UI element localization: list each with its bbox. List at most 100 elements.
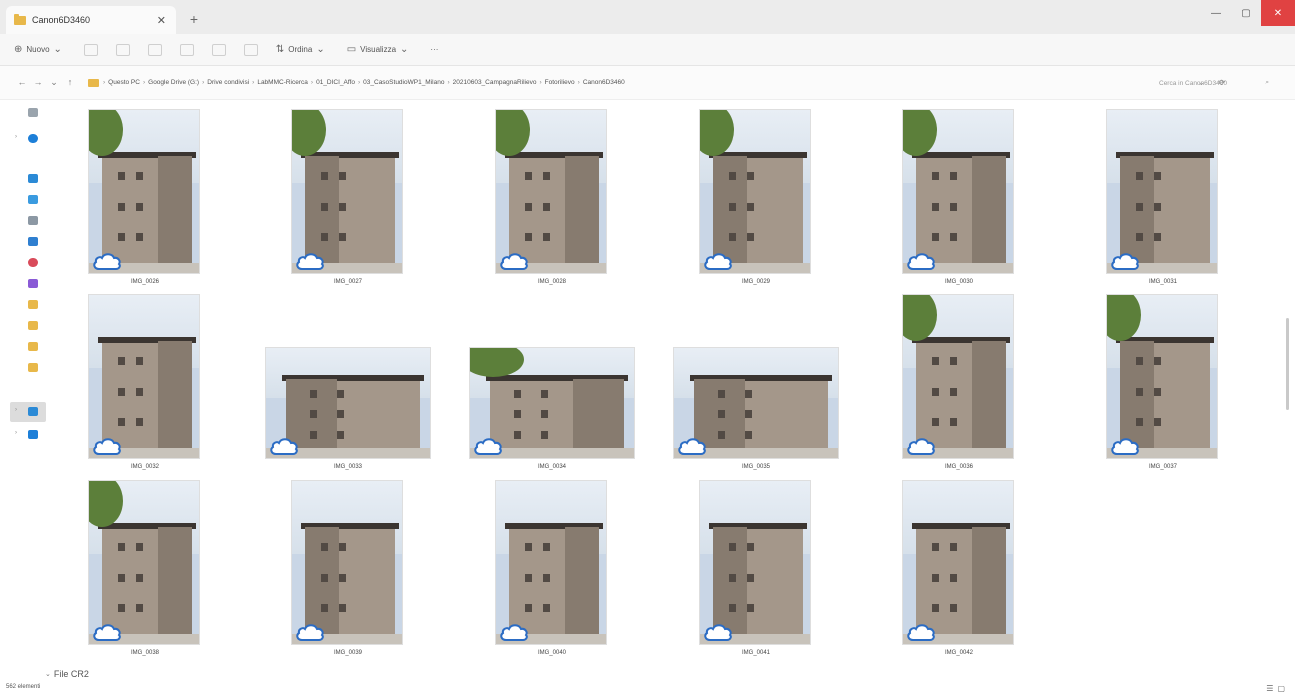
folder-icon[interactable]	[28, 342, 38, 351]
window-opening	[525, 543, 533, 552]
cut-icon[interactable]	[83, 43, 98, 56]
tab-canon6d3460[interactable]: Canon6D3460 ✕	[6, 6, 176, 34]
window-opening	[950, 202, 958, 211]
command-bar: ⊕ Nuovo ⌄ ⇅ Ordina ⌄ ▭ Visualizza ⌄ ···	[0, 34, 1295, 66]
large-icons-view-icon[interactable]: ▢	[1277, 684, 1285, 693]
file-thumbnail[interactable]: IMG_0037	[1107, 295, 1219, 475]
file-thumbnail[interactable]: IMG_0032	[89, 295, 201, 475]
window-opening	[729, 604, 737, 613]
breadcrumb-item[interactable]: Questo PC	[108, 79, 140, 86]
breadcrumb-item[interactable]: Canon6D3460	[583, 79, 625, 86]
home-icon[interactable]	[28, 108, 38, 117]
window-opening	[932, 202, 940, 211]
forward-button[interactable]: →	[30, 77, 46, 88]
maximize-button[interactable]: ▢	[1231, 0, 1261, 26]
view-toggles: ☰ ▢	[1262, 684, 1285, 693]
documents-icon[interactable]	[28, 216, 38, 225]
window-opening	[747, 573, 755, 582]
pictures-icon[interactable]	[28, 237, 38, 246]
breadcrumb-item[interactable]: 03_CasoStudioWP1_Milano	[363, 79, 444, 86]
tab-close-button[interactable]: ✕	[157, 14, 166, 27]
sort-button[interactable]: ⇅ Ordina ⌄	[276, 44, 329, 55]
close-window-button[interactable]: ✕	[1261, 0, 1295, 26]
file-thumbnail[interactable]: IMG_0041	[700, 481, 812, 661]
breadcrumb-item[interactable]: Fotorilievo	[545, 79, 575, 86]
file-thumbnail[interactable]: IMG_0026	[89, 110, 201, 290]
vertical-scrollbar[interactable]	[1286, 318, 1289, 410]
this-pc-icon[interactable]	[28, 407, 38, 416]
cloud-sync-icon	[1109, 435, 1141, 457]
music-icon[interactable]	[28, 258, 38, 267]
chevron-right-icon[interactable]: ›	[15, 407, 17, 413]
onedrive-cloud-icon[interactable]	[28, 134, 38, 143]
file-thumbnail[interactable]: IMG_0040	[496, 481, 608, 661]
file-thumbnail[interactable]: IMG_0035	[674, 295, 838, 475]
building-side	[972, 340, 1007, 458]
network-icon[interactable]	[28, 430, 38, 439]
sort-button-label: Ordina	[288, 45, 313, 54]
window-opening	[543, 202, 551, 211]
up-button[interactable]: ↑	[62, 77, 78, 88]
group-header[interactable]: ⌄ File CR2	[45, 669, 89, 679]
search-input[interactable]: Cerca in Canon6D3460 ⌕	[1153, 73, 1273, 93]
folder-icon[interactable]	[28, 321, 38, 330]
breadcrumb-item[interactable]: Google Drive (G:)	[148, 79, 199, 86]
file-thumbnail[interactable]: IMG_0031	[1107, 110, 1219, 290]
recent-locations-button[interactable]: ⌄	[46, 77, 62, 88]
details-view-icon[interactable]: ☰	[1266, 684, 1273, 693]
cloud-sync-icon	[498, 621, 530, 643]
chevron-down-icon: ⌄	[400, 44, 409, 55]
window-opening	[729, 233, 737, 242]
file-thumbnail[interactable]: IMG_0028	[496, 110, 608, 290]
new-tab-button[interactable]: +	[182, 7, 206, 31]
new-button[interactable]: ⊕ Nuovo ⌄	[14, 44, 66, 55]
breadcrumb-item[interactable]: Drive condivisi	[207, 79, 249, 86]
file-name-label: IMG_0026	[130, 279, 160, 285]
window-opening	[717, 389, 725, 398]
downloads-icon[interactable]	[28, 195, 38, 204]
window-opening	[950, 604, 958, 613]
file-thumbnail[interactable]: IMG_0036	[903, 295, 1015, 475]
paste-icon[interactable]	[147, 43, 162, 56]
rename-icon[interactable]	[179, 43, 194, 56]
navigation-pane: › › ›	[0, 100, 55, 660]
file-thumbnail[interactable]: IMG_0034	[470, 295, 634, 475]
back-button[interactable]: ←	[14, 77, 30, 88]
window-opening	[339, 202, 347, 211]
chevron-right-icon[interactable]: ›	[15, 134, 17, 140]
cloud-sync-icon	[91, 250, 123, 272]
videos-icon[interactable]	[28, 279, 38, 288]
sort-icon: ⇅	[275, 44, 285, 55]
share-icon[interactable]	[211, 43, 226, 56]
window-opening	[950, 233, 958, 242]
copy-icon[interactable]	[115, 43, 130, 56]
window-opening	[950, 573, 958, 582]
breadcrumb[interactable]: › Questo PC › Google Drive (G:) › Drive co…	[88, 73, 1068, 93]
file-thumbnail[interactable]: IMG_0033	[266, 295, 430, 475]
window-opening	[932, 172, 940, 181]
window-opening	[932, 233, 940, 242]
window-opening	[747, 202, 755, 211]
file-thumbnail[interactable]: IMG_0038	[89, 481, 201, 661]
folder-icon	[88, 78, 99, 87]
delete-icon[interactable]	[243, 43, 258, 56]
desktop-icon[interactable]	[28, 174, 38, 183]
window-opening	[932, 387, 940, 396]
folder-icon[interactable]	[28, 300, 38, 309]
breadcrumb-item[interactable]: 20210603_CampagnaRilievo	[453, 79, 537, 86]
folder-icon[interactable]	[28, 363, 38, 372]
more-options-button[interactable]: ···	[430, 45, 438, 54]
minimize-button[interactable]: —	[1201, 0, 1231, 26]
breadcrumb-item[interactable]: 01_DICI_Affo	[316, 79, 355, 86]
file-thumbnail[interactable]: IMG_0042	[903, 481, 1015, 661]
breadcrumb-item[interactable]: LabMMC-Ricerca	[257, 79, 308, 86]
chevron-right-icon[interactable]: ›	[15, 430, 17, 436]
file-thumbnail[interactable]: IMG_0039	[292, 481, 404, 661]
window-opening	[136, 573, 144, 582]
window-opening	[339, 233, 347, 242]
view-button[interactable]: ▭ Visualizza ⌄	[347, 44, 413, 55]
file-thumbnail[interactable]: IMG_0027	[292, 110, 404, 290]
file-thumbnail[interactable]: IMG_0029	[700, 110, 812, 290]
file-thumbnail[interactable]: IMG_0030	[903, 110, 1015, 290]
file-name-label: IMG_0038	[130, 650, 160, 656]
